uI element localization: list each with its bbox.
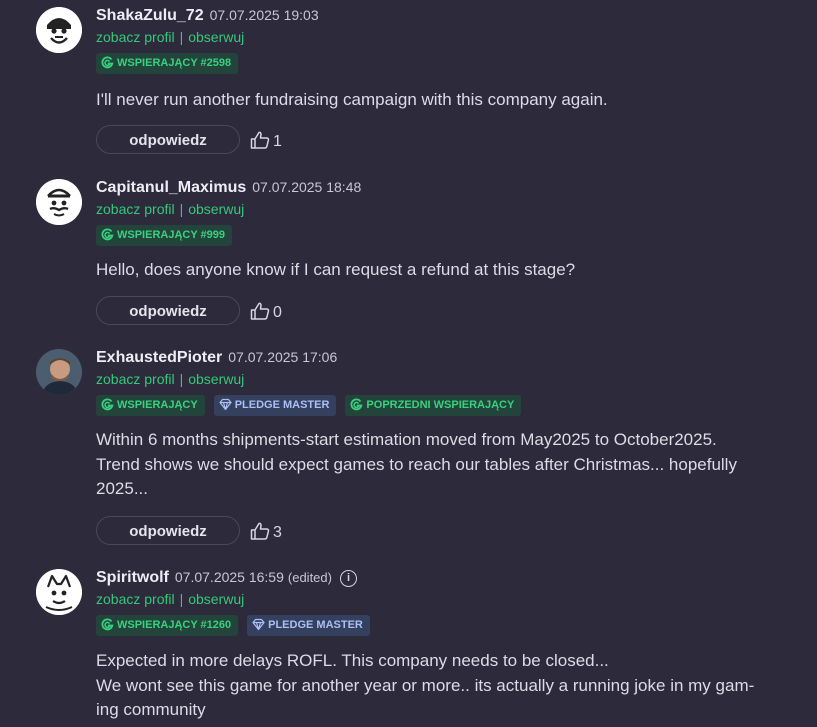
avatar-photo [36, 349, 82, 395]
view-profile-link[interactable]: zobacz profil [96, 371, 175, 387]
thumbs-up-icon [250, 131, 270, 149]
comment-header: ShakaZulu_72 07.07.2025 19:03 [96, 7, 319, 25]
user-links: zobacz profil | obserwuj [96, 591, 244, 607]
comment-header: Capitanul_Maximus 07.07.2025 18:48 [96, 179, 361, 197]
comments-feed: ShakaZulu_72 07.07.2025 19:03 zobacz prof… [0, 0, 817, 727]
avatar[interactable] [36, 179, 82, 225]
follow-link[interactable]: obserwuj [188, 371, 244, 387]
supporter-icon [101, 618, 114, 631]
badge-label: WSPIERAJĄCY #1260 [117, 619, 232, 631]
user-links: zobacz profil | obserwuj [96, 371, 244, 387]
thumbs-up-icon [250, 522, 270, 540]
badge-label: PLEDGE MASTER [234, 399, 330, 411]
avatar[interactable] [36, 349, 82, 395]
diamond-icon [219, 398, 232, 411]
like-button[interactable]: 1 [250, 131, 282, 151]
info-icon[interactable]: i [339, 570, 357, 587]
pledge-master-badge: PLEDGE MASTER [247, 615, 370, 636]
comment-text-line: Expected in more delays ROFL. This compa… [96, 651, 609, 670]
pledge-master-badge: PLEDGE MASTER [213, 395, 337, 416]
view-profile-link[interactable]: zobacz profil [96, 201, 175, 217]
badges: WSPIERAJĄCY PLEDGE MASTER POPRZEDNI WSPIER… [96, 395, 530, 416]
supporter-badge: WSPIERAJĄCY #1260 [96, 615, 239, 636]
username[interactable]: Spiritwolf [96, 569, 169, 586]
badge-label: PLEDGE MASTER [268, 619, 363, 631]
thumbs-up-icon [250, 302, 270, 320]
timestamp: 07.07.2025 18:48 [252, 179, 362, 195]
username[interactable]: ShakaZulu_72 [96, 7, 204, 24]
supporter-badge: WSPIERAJĄCY #999 [96, 225, 233, 246]
reply-button[interactable]: odpowiedz [96, 125, 240, 154]
avatar-illustration [36, 569, 82, 615]
comment-text: I'll never run another fundraising campa… [96, 90, 608, 109]
link-separator: | [179, 29, 184, 45]
like-count: 1 [273, 133, 282, 150]
former-supporter-badge: POPRZEDNI WSPIERAJĄCY [345, 395, 522, 416]
user-links: zobacz profil | obserwuj [96, 201, 244, 217]
timestamp: 07.07.2025 17:06 [228, 349, 338, 365]
supporter-icon [101, 56, 114, 69]
reply-button[interactable]: odpowiedz [96, 296, 240, 325]
like-count: 3 [273, 524, 282, 541]
avatar-illustration [36, 7, 82, 53]
badge-label: POPRZEDNI WSPIERAJĄCY [366, 399, 515, 411]
timestamp: 07.07.2025 16:59 [174, 569, 284, 585]
diamond-icon [252, 618, 265, 631]
supporter-badge: WSPIERAJĄCY #2598 [96, 53, 239, 74]
comment-text: Expected in more delays ROFL. This compa… [96, 649, 796, 723]
link-separator: | [179, 371, 184, 387]
username[interactable]: ExhaustedPioter [96, 349, 222, 366]
badges: WSPIERAJĄCY #1260 PLEDGE MASTER [96, 615, 379, 636]
supporter-icon [350, 398, 363, 411]
username[interactable]: Capitanul_Maximus [96, 179, 246, 196]
avatar[interactable] [36, 569, 82, 615]
comment-text-line: Trend shows we should expect games to re… [96, 454, 737, 474]
follow-link[interactable]: obserwuj [188, 29, 244, 45]
avatar[interactable] [36, 7, 82, 53]
comment-header: ExhaustedPioter 07.07.2025 17:06 [96, 349, 337, 367]
follow-link[interactable]: obserwuj [188, 201, 244, 217]
comment-header: Spiritwolf 07.07.2025 16:59 (edited) i [96, 569, 357, 587]
comment-text-line: 2025... [96, 479, 148, 498]
badge-label: WSPIERAJĄCY #999 [117, 229, 226, 241]
badges: WSPIERAJĄCY #999 [96, 225, 241, 246]
timestamp: 07.07.2025 19:03 [209, 7, 319, 23]
comment-text-line: We wont see this game for another year o… [96, 675, 755, 695]
badge-label: WSPIERAJĄCY #2598 [117, 57, 232, 69]
comment-text: Hello, does anyone know if I can request… [96, 260, 576, 279]
link-separator: | [179, 201, 184, 217]
supporter-icon [101, 398, 114, 411]
view-profile-link[interactable]: zobacz profil [96, 591, 175, 607]
link-separator: | [179, 591, 184, 607]
avatar-illustration [36, 179, 82, 225]
like-button[interactable]: 3 [250, 522, 282, 542]
supporter-icon [101, 228, 114, 241]
like-count: 0 [273, 304, 282, 321]
comment-text-line: ing community [96, 700, 206, 719]
reply-button[interactable]: odpowiedz [96, 516, 240, 545]
comment-text: Within 6 months shipments-start estimati… [96, 428, 796, 502]
badges: WSPIERAJĄCY #2598 [96, 53, 247, 74]
user-links: zobacz profil | obserwuj [96, 29, 244, 45]
comment-text-line: Within 6 months shipments-start estimati… [96, 430, 717, 449]
follow-link[interactable]: obserwuj [188, 591, 244, 607]
like-button[interactable]: 0 [250, 302, 282, 322]
view-profile-link[interactable]: zobacz profil [96, 29, 175, 45]
badge-label: WSPIERAJĄCY [117, 399, 198, 411]
supporter-badge: WSPIERAJĄCY [96, 395, 205, 416]
edited-label: (edited) [287, 570, 332, 585]
